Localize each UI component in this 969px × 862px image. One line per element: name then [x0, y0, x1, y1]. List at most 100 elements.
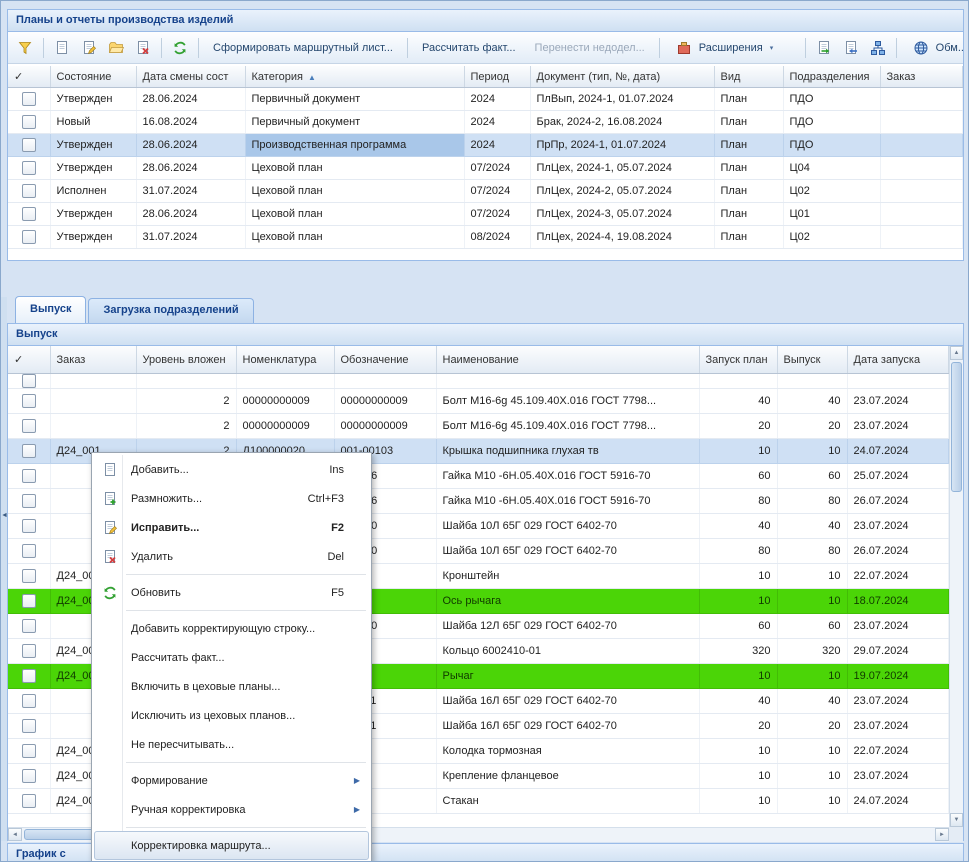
cell[interactable]: 60: [777, 464, 847, 489]
cell[interactable]: Колодка тормозная: [436, 739, 699, 764]
row-checkbox[interactable]: [22, 207, 36, 221]
menu-item[interactable]: Включить в цеховые планы...: [94, 672, 369, 701]
cell[interactable]: Шайба 12Л 65Г 029 ГОСТ 6402-70: [436, 614, 699, 639]
cell[interactable]: [50, 414, 136, 439]
scroll-up-button[interactable]: ▲: [950, 346, 963, 360]
cell[interactable]: 60: [699, 614, 777, 639]
cell[interactable]: План: [714, 226, 783, 249]
cell[interactable]: [50, 374, 136, 389]
cell[interactable]: [880, 134, 963, 157]
cell[interactable]: 22.07.2024: [847, 739, 949, 764]
export-document-icon[interactable]: [812, 36, 836, 60]
cell[interactable]: [50, 389, 136, 414]
cell[interactable]: План: [714, 203, 783, 226]
cell[interactable]: 24.07.2024: [847, 439, 949, 464]
scroll-down-button[interactable]: ▼: [950, 813, 963, 827]
cell[interactable]: 2024: [464, 111, 530, 134]
plans-table-row[interactable]: Исполнен31.07.2024Цеховой план07/2024ПлЦ…: [8, 180, 963, 203]
cell[interactable]: 26.07.2024: [847, 489, 949, 514]
tab-vypusk[interactable]: Выпуск: [15, 296, 86, 323]
cell[interactable]: 320: [777, 639, 847, 664]
cell[interactable]: 40: [699, 389, 777, 414]
row-checkbox[interactable]: [22, 769, 36, 783]
make-route-sheet-button[interactable]: Сформировать маршрутный лист...: [205, 38, 401, 58]
cell[interactable]: 00000000009: [236, 414, 334, 439]
cell[interactable]: 40: [777, 389, 847, 414]
cell[interactable]: [334, 374, 436, 389]
cell[interactable]: 2: [136, 389, 236, 414]
menu-item[interactable]: Ручная корректировка▶: [94, 795, 369, 824]
cell[interactable]: 2: [136, 414, 236, 439]
row-checkbox[interactable]: [22, 161, 36, 175]
cell[interactable]: 24.07.2024: [847, 789, 949, 814]
cell[interactable]: 29.07.2024: [847, 639, 949, 664]
cell[interactable]: [880, 88, 963, 111]
cell[interactable]: План: [714, 180, 783, 203]
row-checkbox[interactable]: [22, 92, 36, 106]
col-output[interactable]: Выпуск: [777, 346, 847, 374]
cell[interactable]: 10: [777, 439, 847, 464]
cell[interactable]: План: [714, 111, 783, 134]
cell[interactable]: ПлВып, 2024-1, 01.07.2024: [530, 88, 714, 111]
cell[interactable]: 10: [777, 589, 847, 614]
cell[interactable]: 00000000009: [236, 389, 334, 414]
cell[interactable]: ПрПр, 2024-1, 01.07.2024: [530, 134, 714, 157]
cell[interactable]: 23.07.2024: [847, 414, 949, 439]
cell[interactable]: 00000000009: [334, 414, 436, 439]
cell[interactable]: 07/2024: [464, 203, 530, 226]
cell[interactable]: 20: [777, 414, 847, 439]
tab-zagruzka-podrazdeleniy[interactable]: Загрузка подразделений: [88, 298, 253, 323]
cell[interactable]: Болт М16-6g 45.109.40Х.016 ГОСТ 7798...: [436, 389, 699, 414]
cell[interactable]: Крепление фланцевое: [436, 764, 699, 789]
col-document[interactable]: Документ (тип, №, дата): [530, 66, 714, 88]
cell[interactable]: Исполнен: [50, 180, 136, 203]
delete-document-icon[interactable]: [131, 36, 155, 60]
cell[interactable]: 25.07.2024: [847, 464, 949, 489]
cell[interactable]: 40: [777, 514, 847, 539]
cell[interactable]: 10: [777, 664, 847, 689]
cell[interactable]: 20: [777, 714, 847, 739]
menu-item[interactable]: ОбновитьF5: [94, 578, 369, 607]
cell[interactable]: [880, 180, 963, 203]
cell[interactable]: 23.07.2024: [847, 614, 949, 639]
cell[interactable]: 16.08.2024: [136, 111, 245, 134]
open-folder-icon[interactable]: [104, 36, 128, 60]
left-splitter[interactable]: ◄: [1, 297, 7, 841]
exchange-button[interactable]: Обм...: [903, 32, 963, 64]
cell[interactable]: 10: [699, 564, 777, 589]
cell[interactable]: Ось рычага: [436, 589, 699, 614]
col-order[interactable]: Заказ: [50, 346, 136, 374]
cell[interactable]: 10: [699, 664, 777, 689]
cell[interactable]: ПДО: [783, 134, 880, 157]
scrollbar-thumb[interactable]: [951, 362, 962, 492]
row-checkbox[interactable]: [22, 469, 36, 483]
cell[interactable]: [880, 157, 963, 180]
row-checkbox[interactable]: [22, 138, 36, 152]
row-checkbox[interactable]: [22, 184, 36, 198]
cell[interactable]: 23.07.2024: [847, 514, 949, 539]
cell[interactable]: Шайба 16Л 65Г 029 ГОСТ 6402-70: [436, 714, 699, 739]
col-division[interactable]: Подразделения: [783, 66, 880, 88]
menu-item[interactable]: Добавить...Ins: [94, 455, 369, 484]
plans-table-row[interactable]: Утвержден28.06.2024Цеховой план07/2024Пл…: [8, 157, 963, 180]
cell[interactable]: Утвержден: [50, 203, 136, 226]
cell[interactable]: Новый: [50, 111, 136, 134]
row-checkbox[interactable]: [22, 519, 36, 533]
row-checkbox[interactable]: [22, 374, 36, 388]
cell[interactable]: Утвержден: [50, 88, 136, 111]
cell[interactable]: 10: [699, 439, 777, 464]
menu-item[interactable]: Не пересчитывать...: [94, 730, 369, 759]
cell[interactable]: Первичный документ: [245, 111, 464, 134]
col-launch-date[interactable]: Дата запуска: [847, 346, 949, 374]
scroll-right-button[interactable]: ►: [935, 828, 949, 841]
cell[interactable]: 2024: [464, 88, 530, 111]
cell[interactable]: Шайба 16Л 65Г 029 ГОСТ 6402-70: [436, 689, 699, 714]
cell[interactable]: Утвержден: [50, 157, 136, 180]
row-checkbox[interactable]: [22, 644, 36, 658]
cell[interactable]: 10: [699, 764, 777, 789]
row-checkbox[interactable]: [22, 115, 36, 129]
col-state-date[interactable]: Дата смены сост: [136, 66, 245, 88]
release-table-row[interactable]: 20000000000900000000009Болт М16-6g 45.10…: [8, 389, 949, 414]
cell[interactable]: 28.06.2024: [136, 203, 245, 226]
cell[interactable]: 22.07.2024: [847, 564, 949, 589]
